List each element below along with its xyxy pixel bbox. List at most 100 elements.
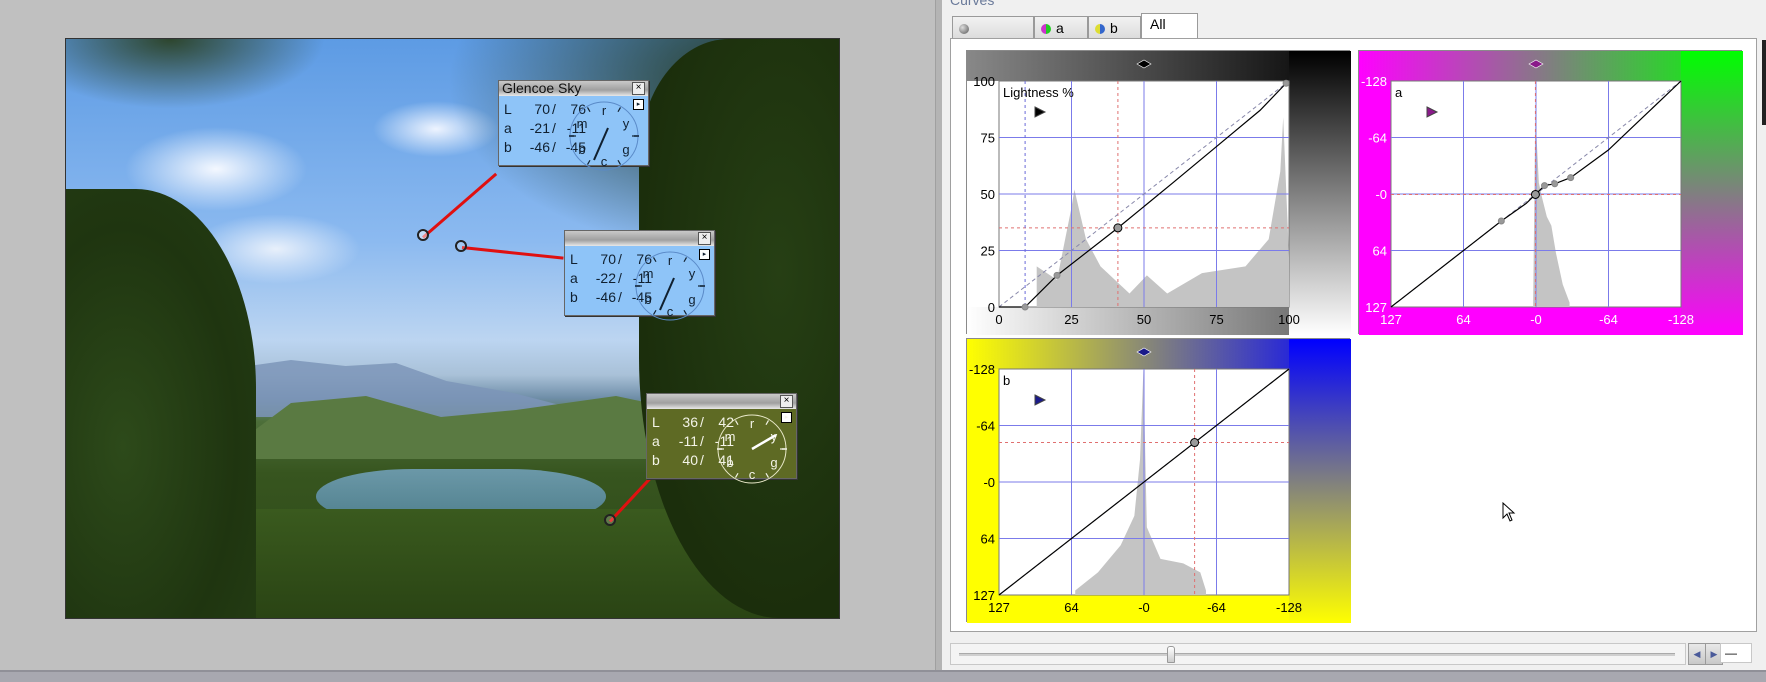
dial-label-b: b <box>578 142 585 157</box>
tab-label: a <box>1056 20 1064 36</box>
chart-title: a <box>1395 85 1403 100</box>
y-tick-label: 64 <box>1373 244 1387 259</box>
dial-label-r: r <box>750 416 755 431</box>
channel-label: b <box>570 289 578 305</box>
x-tick-label: 50 <box>1137 312 1151 327</box>
a-curve-panel[interactable]: 127 64 -0 -64 -128 -128 -64 -0 64 127 a <box>1358 50 1743 335</box>
value-separator: / <box>552 101 556 117</box>
step-left-button[interactable]: ◀ <box>1688 643 1706 665</box>
tab-lightness[interactable]: Lightness <box>952 16 1034 58</box>
channel-label: L <box>652 414 660 430</box>
value-separator: / <box>618 270 622 286</box>
channel-label: L <box>504 101 512 117</box>
dial-tick <box>586 159 591 165</box>
tab-label: All <box>1150 16 1166 32</box>
value-separator: / <box>700 433 704 449</box>
readout-title: Glencoe Sky <box>502 80 582 96</box>
color-readout-window[interactable]: Glencoe Sky × ▸ L 70/76 a -21/-11 b -46/-45 ry… <box>498 80 649 171</box>
color-readout-window[interactable]: × ▸ L36/42a-11/-11b40/41 rygcbm <box>646 393 797 484</box>
y-tick-label: 100 <box>973 74 995 89</box>
dial-label-c: c <box>749 467 756 482</box>
curve-control-point <box>1530 189 1540 199</box>
dial-label-m: m <box>643 266 654 281</box>
slider-thumb[interactable] <box>1166 646 1175 663</box>
readout-titlebar[interactable]: Glencoe Sky × <box>499 81 648 96</box>
bottom-gradient-bar <box>967 595 1289 623</box>
close-icon[interactable]: × <box>632 82 645 95</box>
adjust-slider-row: ◀ ▶ — <box>950 643 1755 665</box>
before-value: -46 <box>595 289 616 305</box>
photo-foliage <box>66 39 326 109</box>
y-tick-label: -64 <box>976 419 995 434</box>
x-tick-label: -128 <box>1668 312 1694 327</box>
close-icon[interactable]: × <box>780 395 793 408</box>
y-tick-label: 64 <box>981 532 995 547</box>
y-tick-label: -128 <box>1361 74 1387 89</box>
x-tick-label: -128 <box>1276 600 1302 615</box>
y-tick-label: -0 <box>1375 187 1387 202</box>
dial-tick <box>652 257 657 263</box>
curve-control-point <box>1021 303 1029 311</box>
y-tick-label: -0 <box>983 475 995 490</box>
channel-label: a <box>652 433 660 449</box>
tab-all[interactable]: All <box>1141 13 1198 39</box>
curve-control-point <box>1497 217 1505 225</box>
y-tick-label: 75 <box>981 131 995 146</box>
slider-value-field[interactable]: — <box>1720 643 1752 663</box>
x-tick-label: 25 <box>1064 312 1078 327</box>
channel-label: b <box>504 139 512 155</box>
curve-control-point <box>1053 271 1061 279</box>
curve-control-point <box>1282 79 1290 87</box>
chart-title: b <box>1003 373 1010 388</box>
dial-tick <box>734 420 739 426</box>
y-tick-label: -128 <box>969 362 995 377</box>
dial-label-g: g <box>770 455 777 470</box>
lightness-curve-panel[interactable]: 0 25 50 75 100 100 75 50 25 0 Lightness % <box>966 50 1351 335</box>
dial-label-y: y <box>623 116 630 131</box>
tab-label: b <box>1110 20 1118 36</box>
y-tick-label: 127 <box>1365 300 1387 315</box>
hue-dial-icon: rygcbm <box>635 251 705 321</box>
adjust-slider[interactable] <box>950 643 1686 665</box>
dial-tick <box>734 472 739 478</box>
channel-label: L <box>570 251 578 267</box>
value-separator: / <box>700 452 704 468</box>
image-canvas-pane: Glencoe Sky × ▸ L 70/76 a -21/-11 b -46/-45 ry… <box>0 0 935 670</box>
b-curve-panel[interactable]: 127 64 -0 -64 -128 -128 -64 -0 64 127 b <box>966 338 1351 623</box>
dial-label-g: g <box>688 292 695 307</box>
before-value: -11 <box>678 433 698 449</box>
sample-point-marker[interactable] <box>604 514 616 526</box>
x-tick-label: -64 <box>1207 600 1226 615</box>
tab-a[interactable]: a <box>1034 16 1088 38</box>
dial-label-g: g <box>622 142 629 157</box>
a-curve-chart[interactable]: 127 64 -0 -64 -128-128-64-064127a <box>1359 51 1743 335</box>
landscape-photo[interactable] <box>65 38 840 619</box>
readout-titlebar[interactable]: × <box>565 231 714 246</box>
value-separator: / <box>552 120 556 136</box>
mouse-cursor-icon <box>1502 502 1516 522</box>
x-tick-label: -0 <box>1138 600 1150 615</box>
curve-control-point <box>1190 438 1200 448</box>
sample-point-marker[interactable] <box>417 229 429 241</box>
dial-label-y: y <box>689 266 696 281</box>
y-tick-label: 0 <box>988 300 995 315</box>
lightness-curve-chart[interactable]: 0 25 50 75 100 100 75 50 25 0 Lightness % <box>967 51 1351 335</box>
curves-content: 0 25 50 75 100 100 75 50 25 0 Lightness % 127 64 -0 -… <box>950 38 1757 632</box>
readout-titlebar[interactable]: × <box>647 394 796 409</box>
vertical-scrollbar-thumb[interactable] <box>1762 40 1766 125</box>
sample-point-marker[interactable] <box>455 240 467 252</box>
tab-b[interactable]: b <box>1088 16 1141 38</box>
color-readout-window[interactable]: × ▸ L 70/76 a -22/-11 b -46/-45 rygcbm <box>564 230 715 321</box>
before-value: 70 <box>600 251 616 267</box>
chart-title: Lightness % <box>1003 85 1074 100</box>
y-tick-label: 50 <box>981 187 995 202</box>
hue-dial-icon: rygcbm <box>717 414 787 484</box>
b-curve-chart[interactable]: 127 64 -0 -64 -128-128-64-064127b <box>967 339 1351 623</box>
x-tick-label: 64 <box>1064 600 1078 615</box>
dial-label-b: b <box>644 292 651 307</box>
dial-tick <box>765 420 770 426</box>
close-icon[interactable]: × <box>698 232 711 245</box>
dial-label-b: b <box>726 455 733 470</box>
y-tick-label: 25 <box>981 244 995 259</box>
dial-label-r: r <box>668 253 673 268</box>
